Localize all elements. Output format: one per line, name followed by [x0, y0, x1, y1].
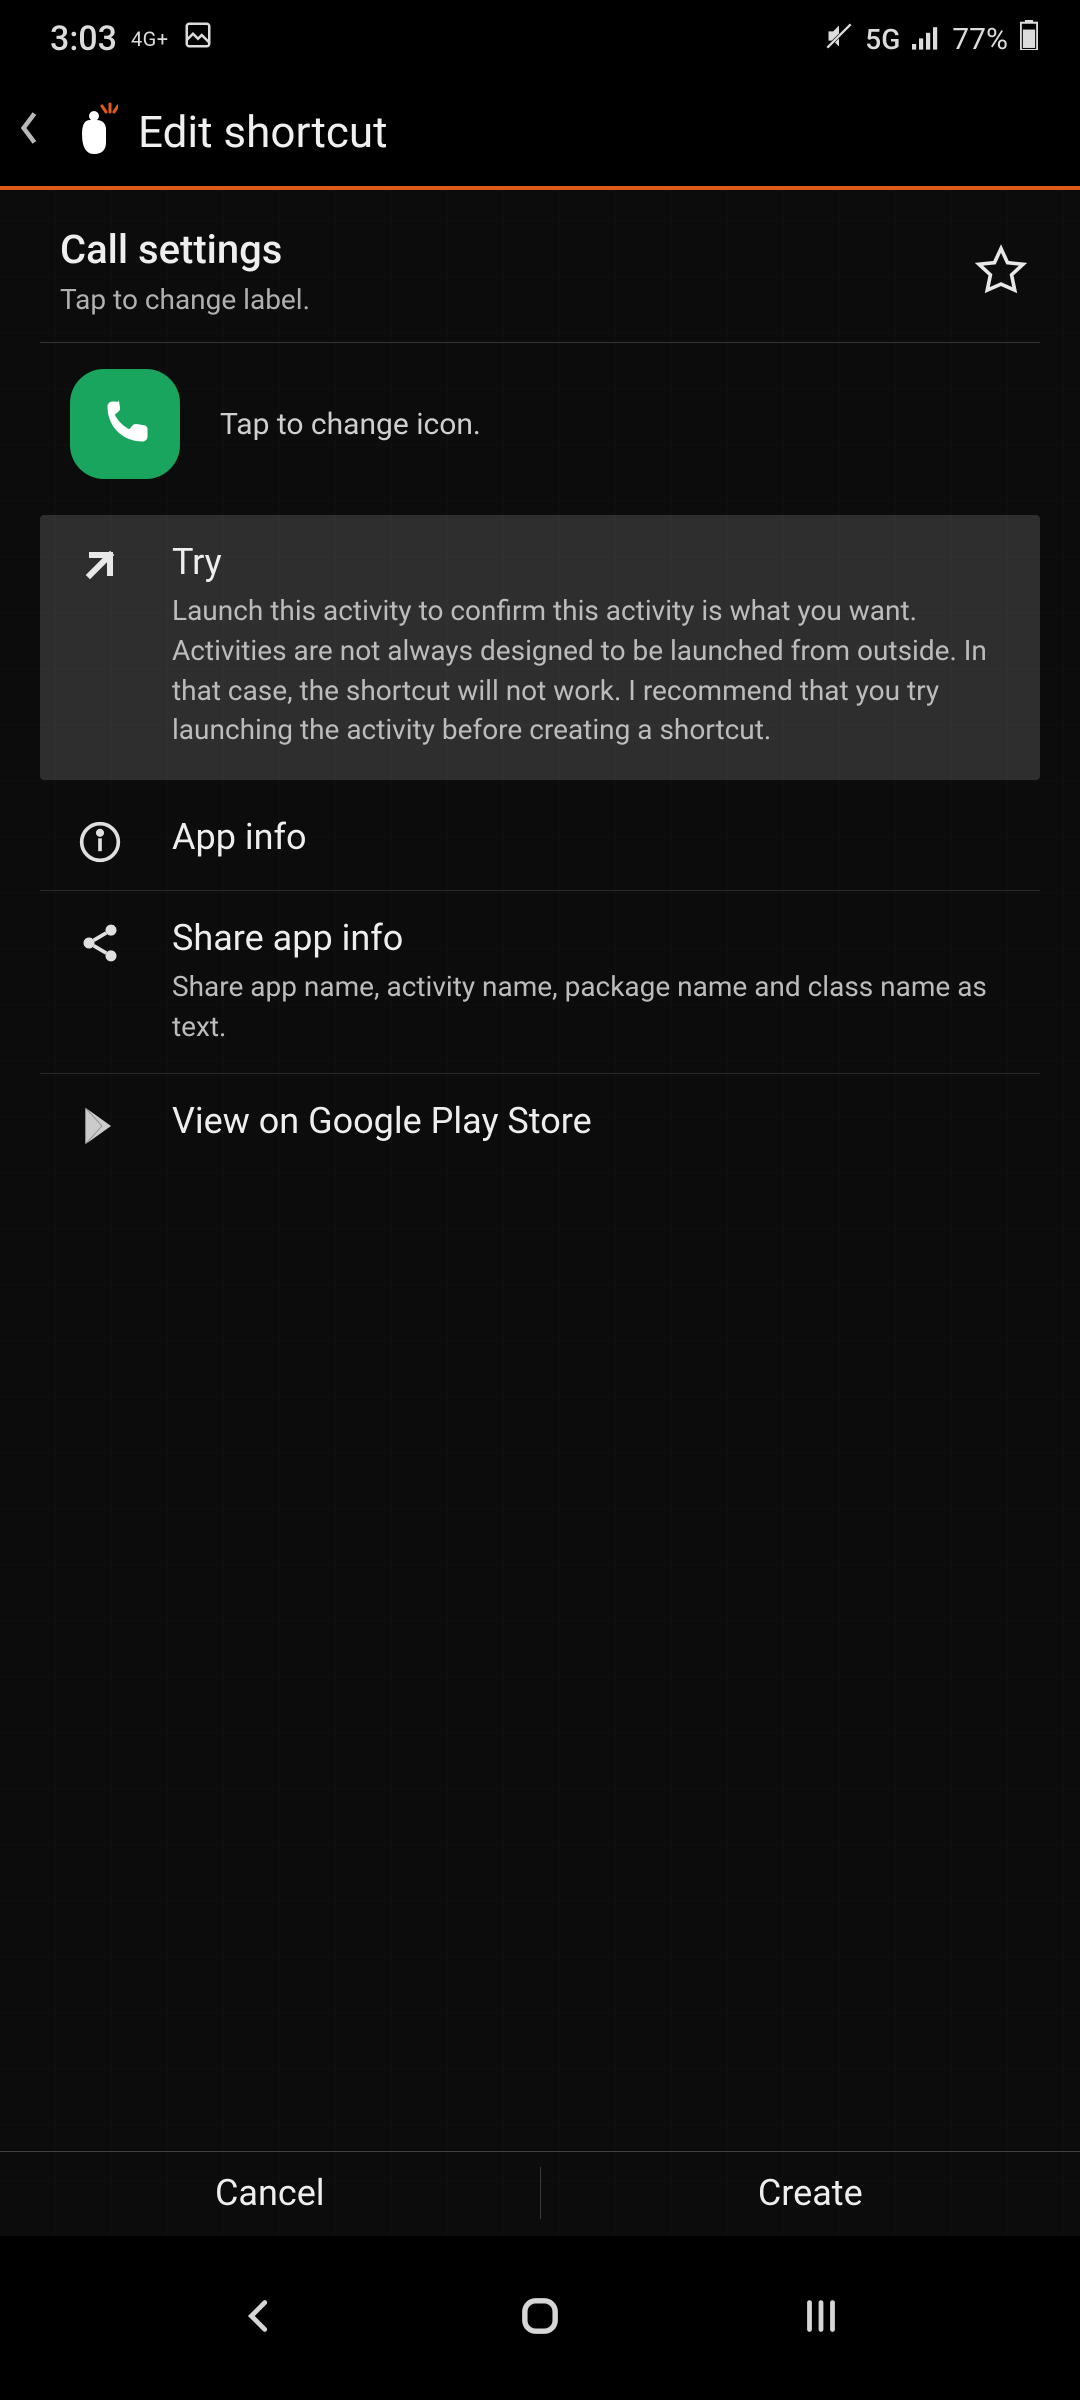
status-5g-label: 5G — [865, 23, 900, 56]
status-clock: 3:03 — [50, 19, 117, 59]
phone-app-icon[interactable] — [70, 369, 180, 479]
play-store-item[interactable]: View on Google Play Store — [0, 1074, 1080, 1174]
signal-icon — [912, 20, 940, 58]
info-icon — [70, 816, 130, 864]
android-nav-bar — [0, 2236, 1080, 2400]
share-icon — [70, 917, 130, 965]
create-button[interactable]: Create — [541, 2150, 1080, 2236]
cancel-button[interactable]: Cancel — [0, 2150, 540, 2236]
content-area: Call settings Tap to change label. Tap t… — [0, 190, 1080, 2236]
back-button[interactable] — [12, 109, 46, 156]
status-battery-pct: 77% — [952, 22, 1008, 57]
status-bar: 3:03 4G+ 5G 77% — [0, 0, 1080, 78]
try-desc: Launch this activity to confirm this act… — [172, 591, 1012, 750]
divider — [40, 342, 1040, 343]
action-separator — [540, 2167, 541, 2219]
shortcut-label-title: Call settings — [60, 226, 974, 273]
nav-back-button[interactable] — [236, 2293, 282, 2343]
arrow-outward-icon — [70, 541, 130, 589]
divider — [40, 890, 1040, 891]
play-store-title: View on Google Play Store — [172, 1100, 1040, 1142]
bottom-actions: Cancel Create — [0, 2150, 1080, 2236]
mute-icon — [825, 20, 853, 58]
nav-home-button[interactable] — [514, 2290, 566, 2346]
status-net-indicator: 4G+ — [131, 27, 169, 51]
share-app-info-item[interactable]: Share app info Share app name, activity … — [0, 891, 1080, 1073]
shortcut-label-hint: Tap to change label. — [60, 283, 974, 316]
app-info-title: App info — [172, 816, 1040, 858]
battery-icon — [1020, 20, 1038, 58]
app-info-item[interactable]: App info — [0, 790, 1080, 890]
shortcut-icon-row[interactable]: Tap to change icon. — [0, 343, 1080, 505]
nav-recents-button[interactable] — [798, 2293, 844, 2343]
shortcut-label-row[interactable]: Call settings Tap to change label. — [0, 190, 1080, 342]
play-store-icon — [70, 1100, 130, 1148]
app-logo-icon — [66, 102, 118, 162]
try-activity-item[interactable]: Try Launch this activity to confirm this… — [40, 515, 1040, 780]
shortcut-icon-hint: Tap to change icon. — [220, 407, 481, 442]
share-desc: Share app name, activity name, package n… — [172, 967, 1040, 1047]
app-bar-title: Edit shortcut — [138, 106, 388, 158]
favorite-star-icon[interactable] — [974, 244, 1028, 302]
gallery-icon — [183, 20, 213, 58]
try-title: Try — [172, 541, 1012, 583]
app-bar: Edit shortcut — [0, 78, 1080, 186]
divider — [40, 1073, 1040, 1074]
share-title: Share app info — [172, 917, 1040, 959]
